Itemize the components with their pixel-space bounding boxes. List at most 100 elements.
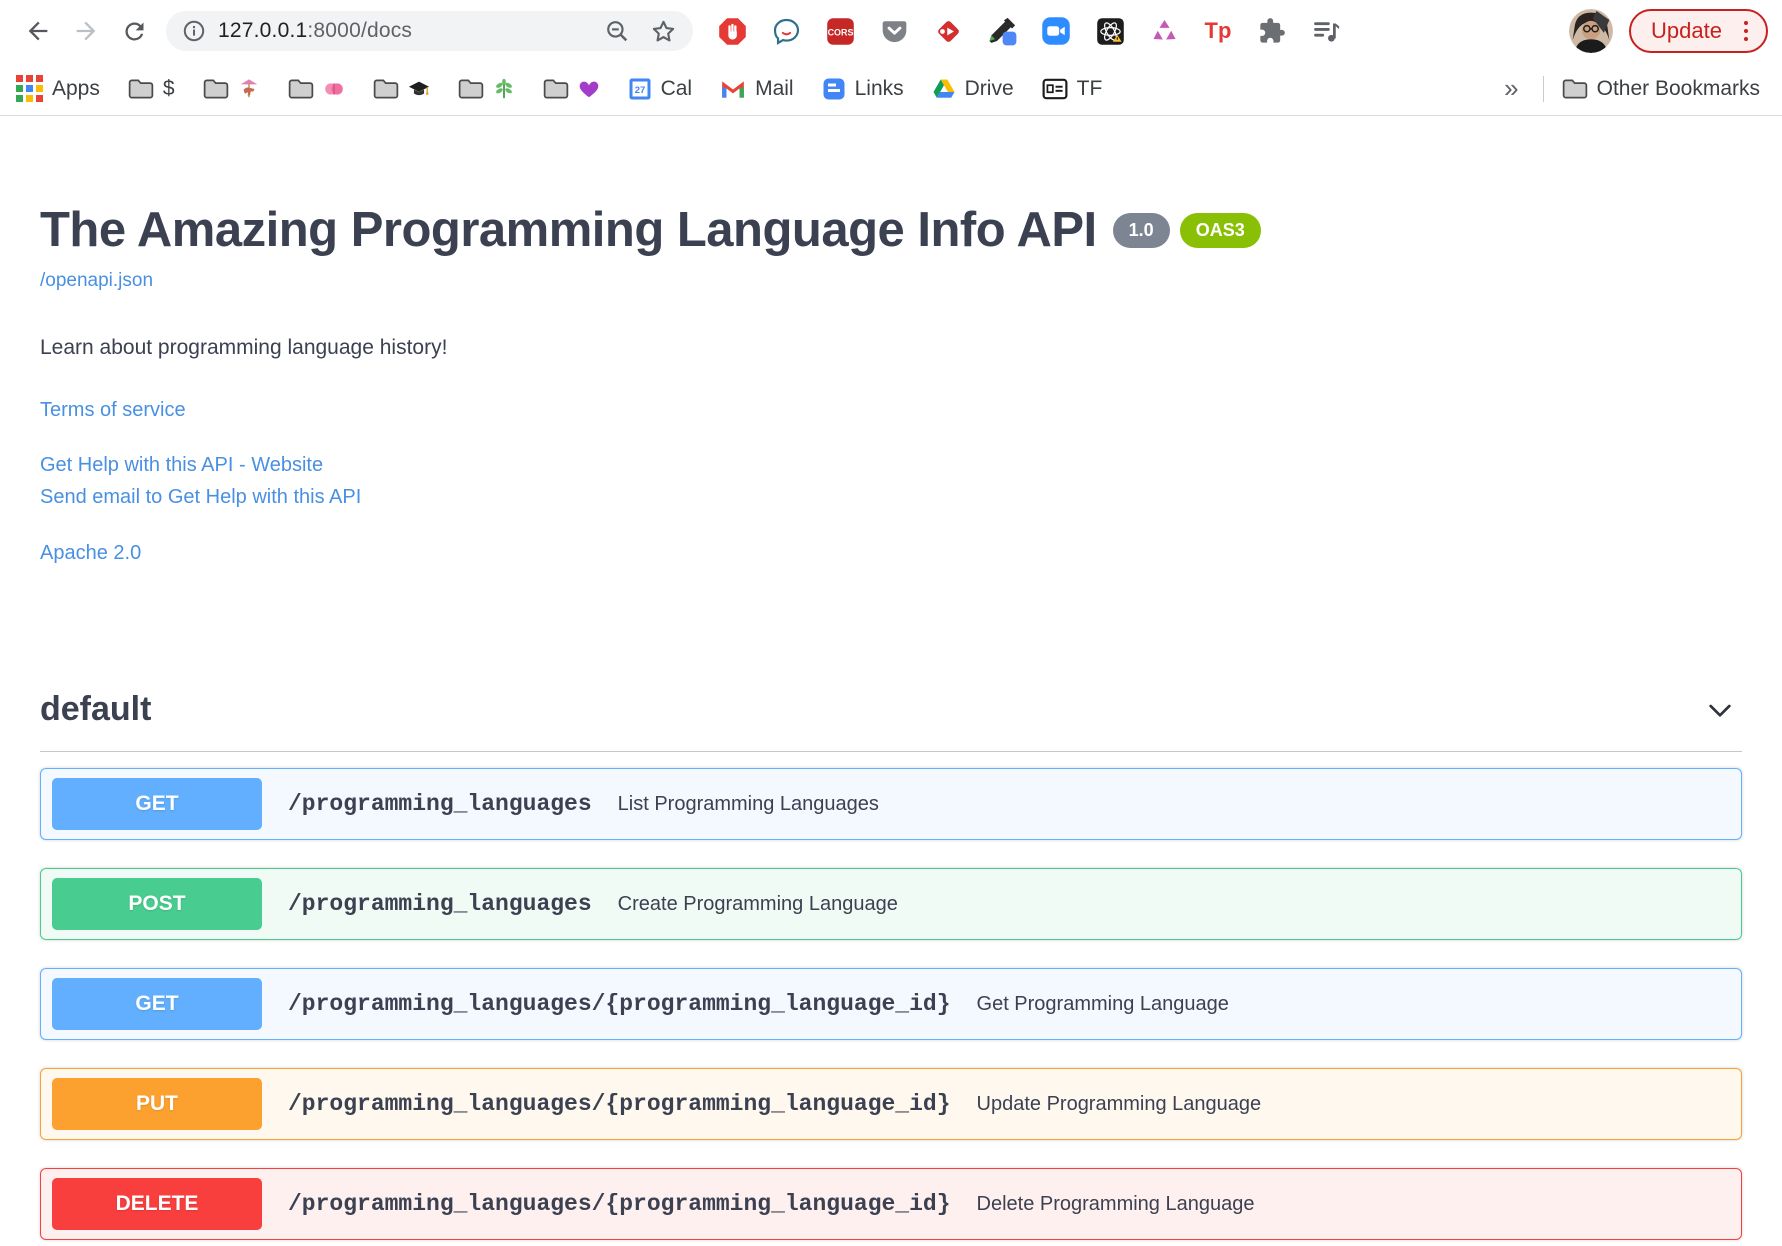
endpoint-summary: Create Programming Language — [617, 892, 898, 915]
endpoint-summary: Delete Programming Language — [976, 1192, 1255, 1215]
method-badge[interactable]: DELETE — [52, 1178, 262, 1230]
recycle-extension-icon[interactable] — [1149, 16, 1179, 46]
react-devtools-extension-icon[interactable] — [1095, 16, 1125, 46]
carousel-horse-icon — [240, 78, 257, 97]
cors-extension-icon[interactable]: CORS — [825, 16, 855, 46]
tp-extension-icon[interactable]: Tp — [1203, 16, 1233, 46]
api-info-section: The Amazing Programming Language Info AP… — [40, 116, 1742, 568]
chat-bubble-glyph — [773, 18, 799, 45]
eyedropper-glyph — [989, 17, 1017, 46]
media-playlist-icon[interactable] — [1311, 16, 1341, 46]
svg-text:27: 27 — [634, 85, 645, 96]
endpoint-row-delete-language[interactable]: DELETE /programming_languages/{programmi… — [40, 1168, 1742, 1240]
bookmark-folder-herb[interactable] — [458, 78, 515, 100]
endpoint-path[interactable]: /programming_languages/{programming_lang… — [288, 1191, 951, 1217]
diamond-arrow-extension-icon[interactable] — [933, 16, 963, 46]
swagger-page: The Amazing Programming Language Info AP… — [0, 116, 1782, 1240]
extensions-puzzle-icon[interactable] — [1257, 16, 1287, 46]
get-help-website-link[interactable]: Get Help with this API - Website — [40, 449, 1742, 481]
svg-text:CORS: CORS — [827, 27, 853, 37]
bookmark-label: Links — [854, 76, 904, 100]
endpoint-row-create-language[interactable]: POST /programming_languages Create Progr… — [40, 868, 1742, 940]
profile-avatar[interactable] — [1569, 9, 1614, 53]
adblock-extension-icon[interactable] — [717, 16, 747, 46]
extension-icons-row: CORS Tp — [717, 16, 1341, 46]
brain-icon — [324, 82, 343, 95]
endpoint-path[interactable]: /programming_languages — [288, 891, 592, 917]
gmail-icon — [722, 80, 744, 98]
folder-icon — [458, 78, 483, 99]
endpoint-row-get-language[interactable]: GET /programming_languages/{programming_… — [40, 968, 1742, 1040]
apps-grid-icon — [16, 75, 43, 102]
url-host: 127.0.0.1 — [218, 19, 308, 42]
api-description: Learn about programming language history… — [40, 336, 448, 359]
adblock-hand-glyph — [718, 17, 746, 45]
chat-bubble-extension-icon[interactable] — [771, 16, 801, 46]
terms-of-service-link[interactable]: Terms of service — [40, 396, 1742, 425]
bookmark-folder-dollar[interactable]: $ — [128, 77, 175, 101]
update-button[interactable]: Update — [1629, 9, 1768, 53]
bookmark-label: Apps — [52, 76, 100, 100]
zoom-out-icon[interactable] — [604, 18, 630, 44]
endpoint-path[interactable]: /programming_languages/{programming_lang… — [288, 1091, 951, 1117]
docs-list-icon — [823, 78, 845, 99]
back-button[interactable] — [14, 7, 62, 55]
forward-button[interactable] — [62, 7, 110, 55]
bookmark-folder-purple-heart[interactable] — [543, 78, 600, 100]
folder-icon — [1562, 78, 1587, 99]
cors-glyph: CORS — [826, 17, 854, 45]
bookmark-links[interactable]: Links — [822, 77, 904, 101]
reload-icon — [124, 21, 143, 40]
bookmark-label: Mail — [755, 76, 794, 100]
url-path: :8000/docs — [307, 19, 413, 42]
send-email-link[interactable]: Send email to Get Help with this API — [40, 481, 1742, 513]
bookmark-label: Cal — [660, 76, 693, 100]
bookmark-label: TF — [1076, 76, 1103, 100]
graduation-cap-icon — [408, 81, 429, 95]
forward-arrow-icon — [76, 21, 96, 41]
pocket-extension-icon[interactable] — [879, 16, 909, 46]
folder-icon — [373, 78, 398, 99]
page-title: The Amazing Programming Language Info AP… — [40, 203, 1097, 257]
bookmark-star-icon[interactable] — [650, 18, 677, 45]
folder-icon — [203, 78, 228, 99]
google-calendar-icon: 27 — [629, 78, 651, 99]
bookmark-gmail[interactable]: Mail — [720, 77, 794, 101]
endpoint-row-update-language[interactable]: PUT /programming_languages/{programming_… — [40, 1068, 1742, 1140]
color-picker-extension-icon[interactable] — [987, 16, 1017, 46]
openapi-spec-link[interactable]: /openapi.json — [40, 270, 153, 292]
bookmarks-separator — [1542, 75, 1544, 102]
method-badge[interactable]: GET — [52, 778, 262, 830]
bookmark-apps[interactable]: Apps — [16, 75, 100, 102]
browser-menu-kebab-icon[interactable] — [1738, 21, 1754, 41]
herb-icon — [495, 78, 512, 98]
tag-section-header[interactable]: default — [40, 690, 1742, 752]
bookmark-other-bookmarks[interactable]: Other Bookmarks — [1562, 77, 1760, 101]
bookmark-label: Other Bookmarks — [1596, 76, 1760, 100]
endpoint-path[interactable]: /programming_languages — [288, 791, 592, 817]
collapse-section-button[interactable] — [1698, 692, 1742, 728]
operations-list: GET /programming_languages List Programm… — [40, 768, 1742, 1240]
google-drive-icon — [933, 79, 955, 98]
update-label: Update — [1651, 18, 1722, 43]
tag-name[interactable]: default — [40, 690, 151, 729]
site-info-icon[interactable] — [182, 19, 206, 43]
bookmark-drive[interactable]: Drive — [932, 77, 1014, 101]
zoom-meeting-extension-icon[interactable] — [1041, 16, 1071, 46]
method-badge[interactable]: GET — [52, 978, 262, 1030]
bookmark-folder-carousel[interactable] — [203, 78, 260, 100]
method-badge[interactable]: POST — [52, 878, 262, 930]
address-bar[interactable]: 127.0.0.1:8000/docs — [166, 11, 693, 51]
license-link[interactable]: Apache 2.0 — [40, 539, 1742, 568]
bookmark-tf[interactable]: TF — [1042, 76, 1103, 101]
bookmark-folder-graduation[interactable] — [373, 78, 430, 100]
reload-button[interactable] — [110, 7, 158, 55]
bookmark-folder-brain[interactable] — [288, 78, 345, 100]
endpoint-row-list-languages[interactable]: GET /programming_languages List Programm… — [40, 768, 1742, 840]
bookmarks-overflow-chevron[interactable]: » — [1498, 73, 1524, 104]
diamond-glyph — [937, 20, 959, 42]
oas3-badge: OAS3 — [1179, 212, 1261, 248]
method-badge[interactable]: PUT — [52, 1078, 262, 1130]
bookmark-calendar[interactable]: 27 Cal — [628, 76, 693, 101]
endpoint-path[interactable]: /programming_languages/{programming_lang… — [288, 991, 951, 1017]
